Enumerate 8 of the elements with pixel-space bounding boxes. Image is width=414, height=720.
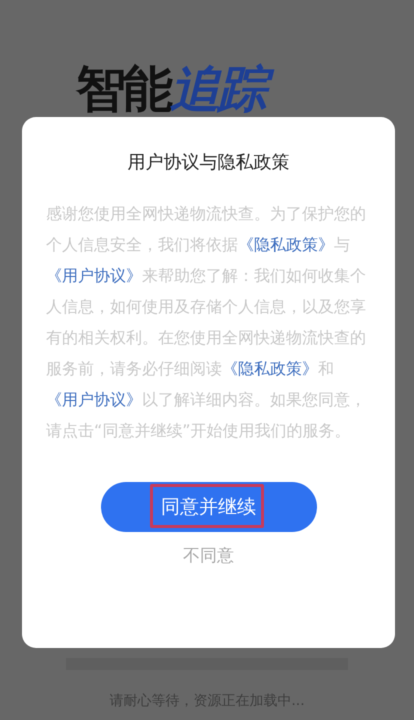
policy-link[interactable]: 《用户协议》 — [46, 266, 142, 285]
logo-text: 追踪 — [170, 62, 272, 117]
agree-button[interactable]: 同意并继续 — [100, 482, 316, 532]
policy-link[interactable]: 《隐私政策》 — [222, 359, 318, 378]
logo-text: 智能 — [76, 62, 170, 117]
policy-link[interactable]: 《隐私政策》 — [238, 235, 334, 254]
policy-link[interactable]: 《用户协议》 — [46, 390, 142, 409]
dialog-title: 用户协议与隐私政策 — [128, 151, 290, 174]
